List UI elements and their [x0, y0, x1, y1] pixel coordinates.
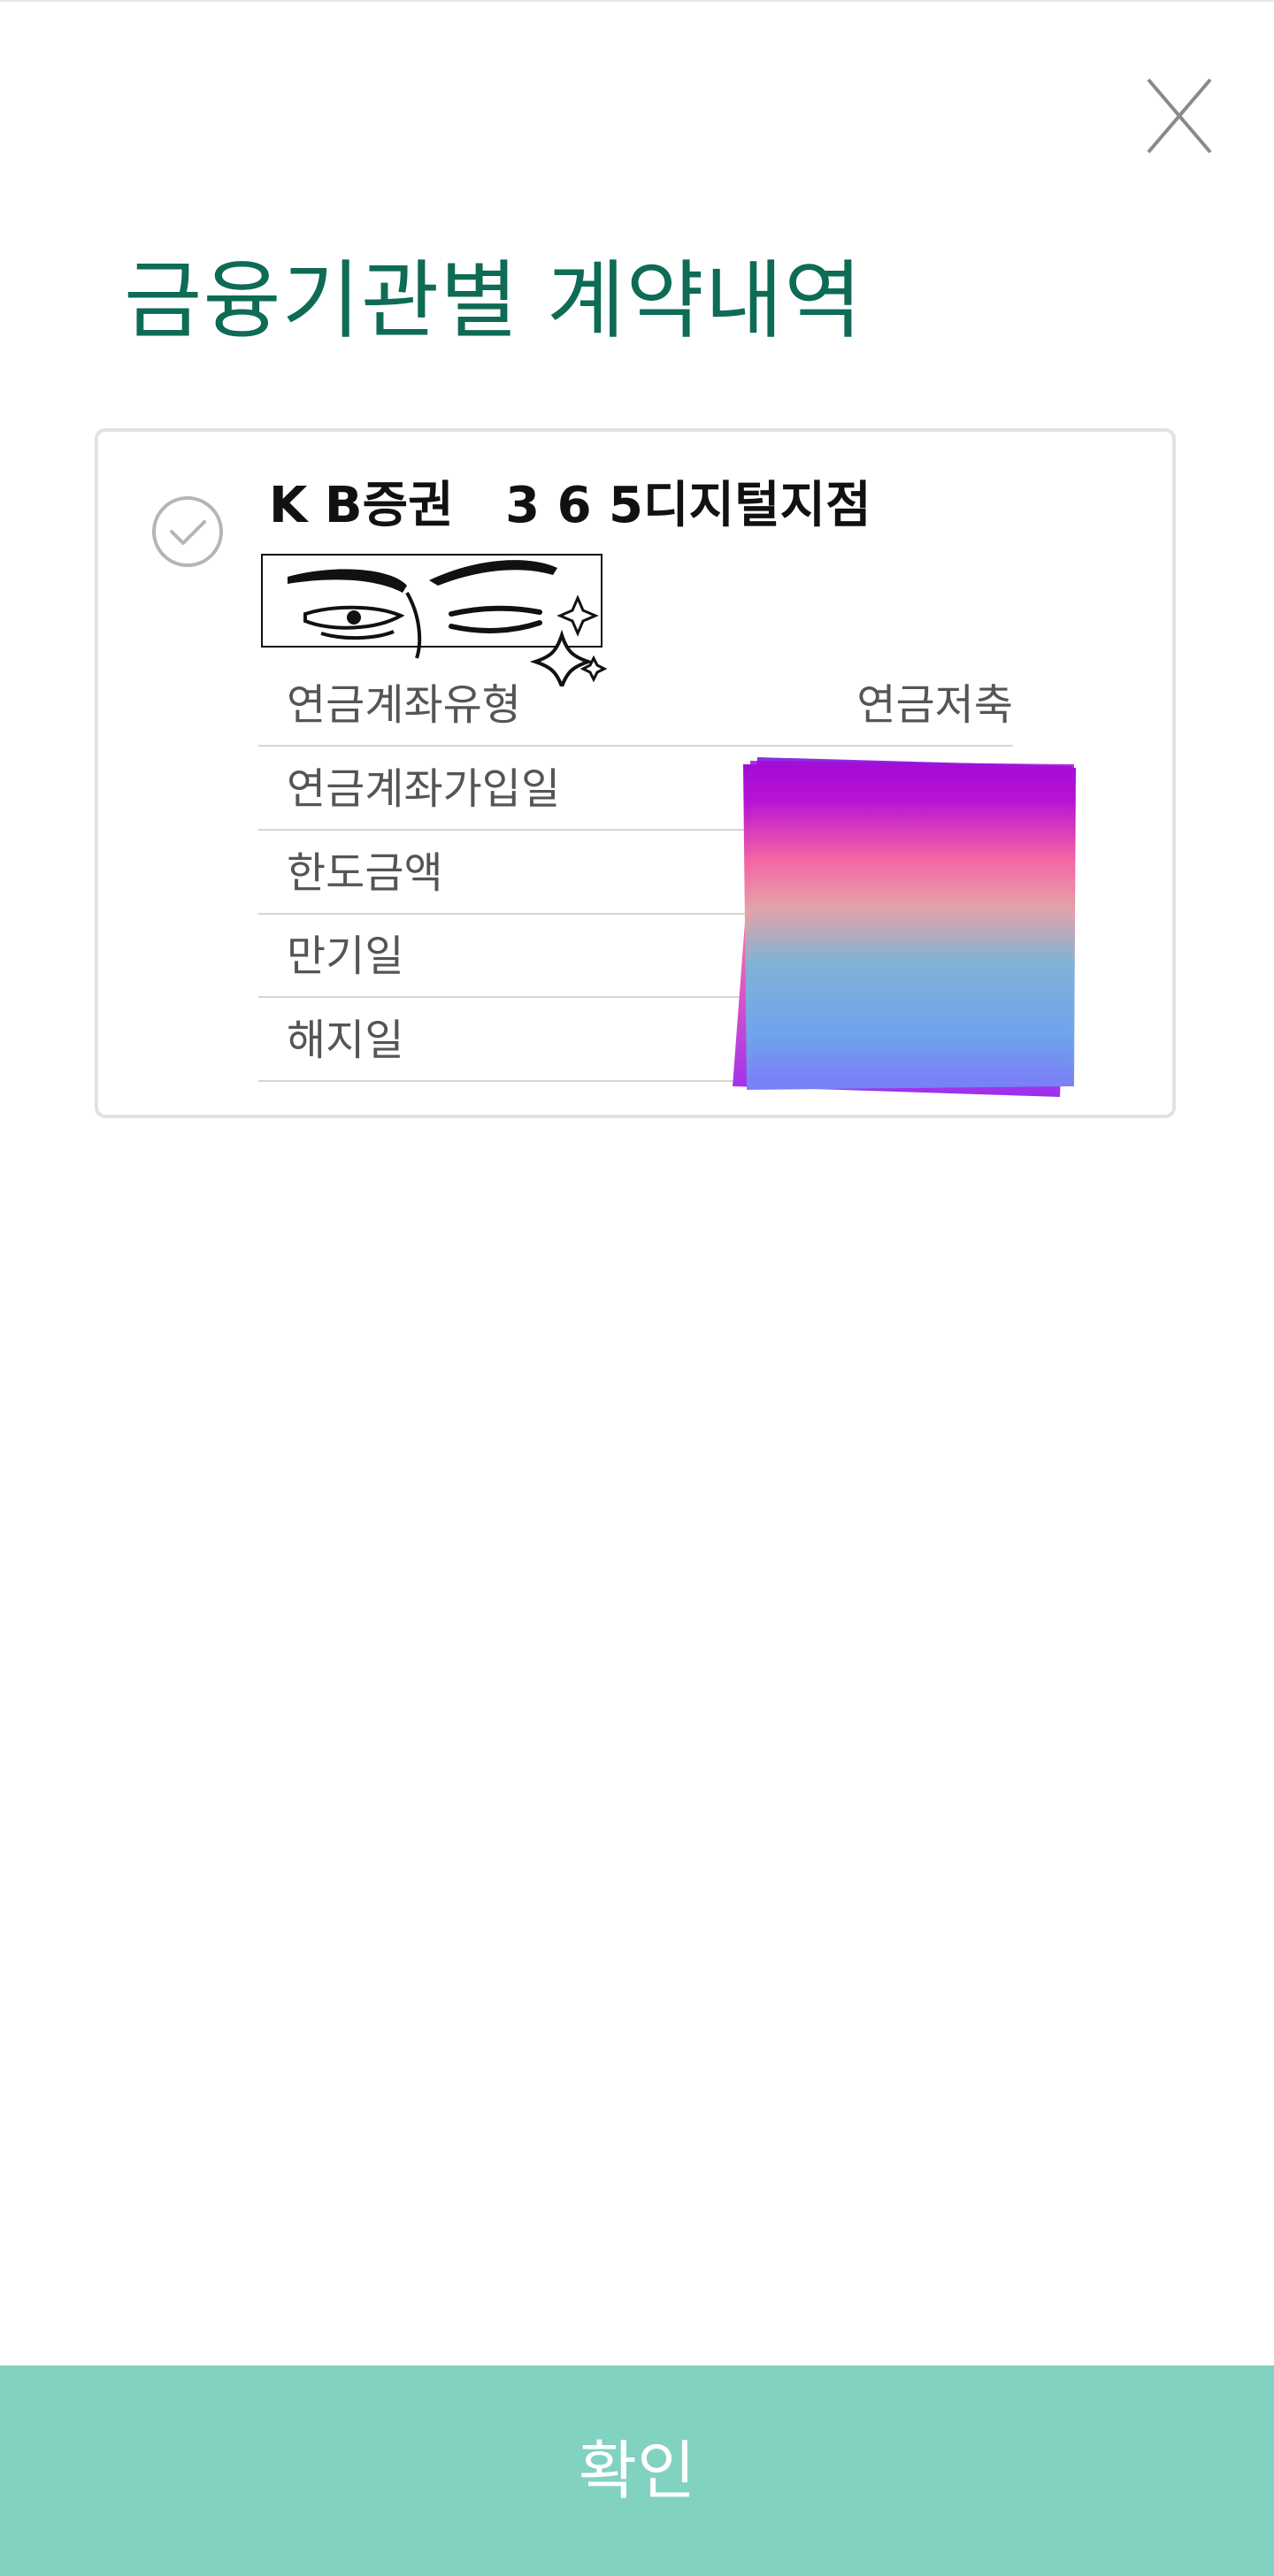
close-button[interactable] [1134, 74, 1219, 159]
institution-name: K B증권 3 6 5디지털지점 [269, 477, 871, 534]
info-label: 만기일 [287, 932, 404, 981]
check-circle-icon [152, 496, 223, 567]
redaction-sticker [733, 757, 1076, 1097]
top-divider [0, 0, 1274, 2]
info-label: 연금계좌유형 [287, 680, 521, 730]
select-checkbox[interactable] [149, 493, 226, 571]
info-label: 한도금액 [287, 848, 443, 898]
confirm-button[interactable]: 확인 [0, 2365, 1274, 2576]
info-row-account-type: 연금계좌유형 연금저축 [258, 663, 1013, 747]
page-title: 금융기관별 계약내역 [124, 251, 863, 350]
info-label: 해지일 [287, 1016, 404, 1065]
info-label: 연금계좌가입일 [287, 764, 561, 814]
info-value: 연금저축 [856, 680, 1013, 730]
close-icon [1147, 78, 1212, 154]
